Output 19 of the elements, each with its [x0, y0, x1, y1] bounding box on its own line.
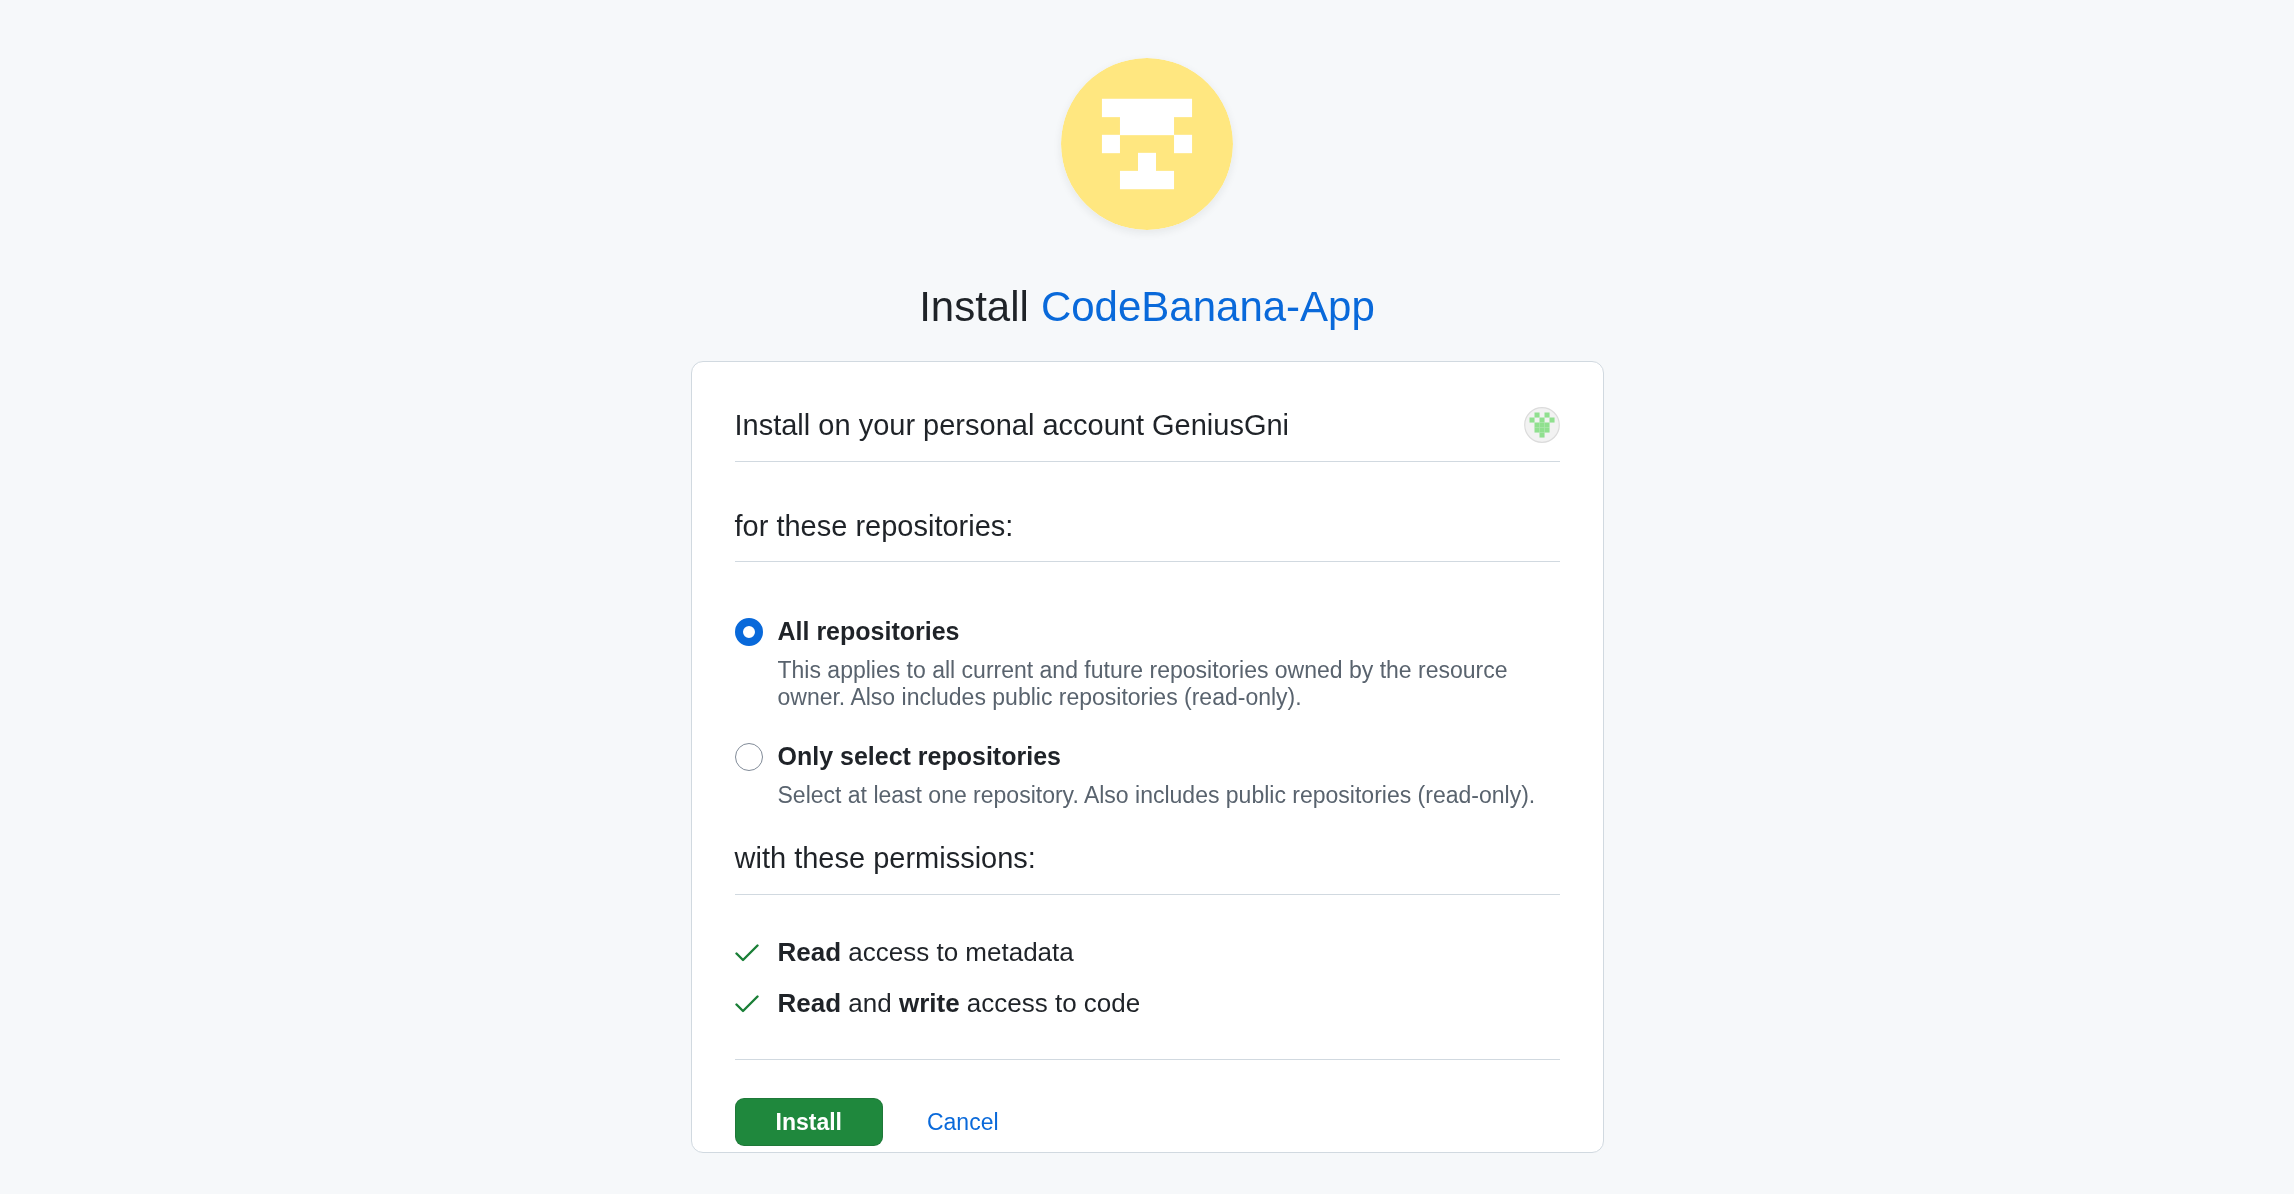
app-logo-icon: [1061, 58, 1233, 230]
permission-text: Read and write access to code: [777, 987, 1141, 1020]
option-description: This applies to all current and future repositories owned by the resource owner. Also includes public repositories (read-only).: [777, 657, 1509, 711]
cancel-link[interactable]: Cancel: [926, 1108, 999, 1136]
avatar-icon: [1523, 407, 1560, 443]
radio-button[interactable]: [734, 617, 763, 646]
option-description: Select at least one repository. Also includes public repositories (read-only).: [777, 782, 1537, 809]
radio-button[interactable]: [734, 742, 763, 771]
check-icon: [734, 994, 759, 1013]
install-button[interactable]: Install: [734, 1098, 883, 1146]
title-text: Install: [919, 282, 1029, 332]
permission-text: Read access to metadata: [777, 936, 1074, 969]
section-heading: for these repositories:: [734, 510, 1014, 542]
option-label: All repositories: [777, 616, 960, 647]
section-heading: with these permissions:: [734, 842, 1036, 874]
option-label: Only select repositories: [777, 741, 1061, 772]
check-icon: [734, 943, 759, 962]
account-text: Install on your personal account GeniusGni: [734, 408, 1290, 443]
app-name-link[interactable]: CodeBanana-App: [1040, 280, 1375, 334]
